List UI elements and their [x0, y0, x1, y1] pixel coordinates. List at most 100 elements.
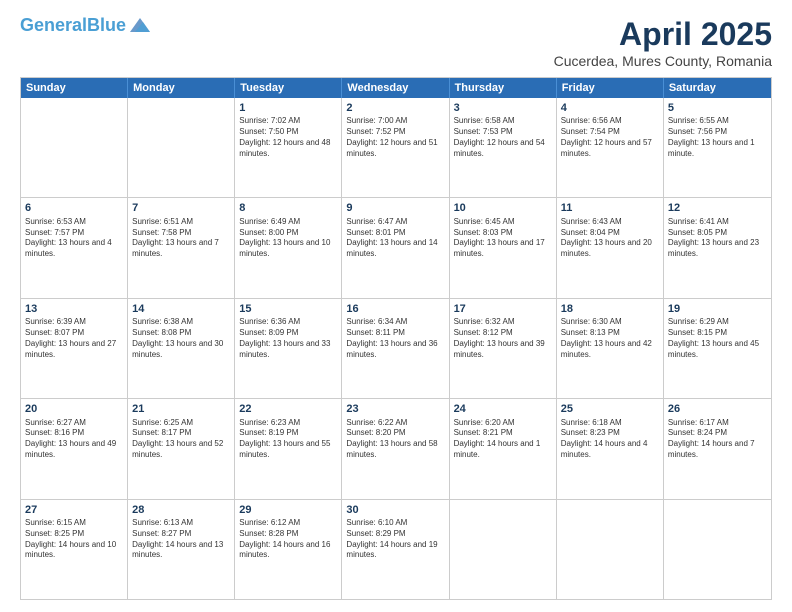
day-number: 19	[668, 302, 767, 316]
calendar-cell: 2Sunrise: 7:00 AM Sunset: 7:52 PM Daylig…	[342, 98, 449, 197]
calendar-cell: 26 Sunrise: 6:17 AM Sunset: 8:24 PM Dayli…	[664, 399, 771, 498]
logo-text: GeneralBlue	[20, 16, 126, 34]
day-number: 1	[239, 101, 337, 115]
calendar-cell: 29Sunrise: 6:12 AM Sunset: 8:28 PM Dayli…	[235, 500, 342, 599]
day-number: 20	[25, 402, 123, 416]
calendar-cell: 17Sunrise: 6:32 AM Sunset: 8:12 PM Dayli…	[450, 299, 557, 398]
day-info: Sunrise: 6:23 AM Sunset: 8:19 PM Dayligh…	[239, 418, 337, 461]
day-number: 23	[346, 402, 444, 416]
day-number: 30	[346, 503, 444, 517]
day-number: 28	[132, 503, 230, 517]
day-info: Sunrise: 6:15 AM Sunset: 8:25 PM Dayligh…	[25, 518, 123, 561]
calendar-cell	[450, 500, 557, 599]
day-info: Sunrise: 6:49 AM Sunset: 8:00 PM Dayligh…	[239, 217, 337, 260]
day-info: Sunrise: 6:58 AM Sunset: 7:53 PM Dayligh…	[454, 116, 552, 159]
day-number: 13	[25, 302, 123, 316]
calendar-cell: 22 Sunrise: 6:23 AM Sunset: 8:19 PM Dayli…	[235, 399, 342, 498]
day-info: Sunrise: 6:55 AM Sunset: 7:56 PM Dayligh…	[668, 116, 767, 159]
calendar-cell: 21Sunrise: 6:25 AM Sunset: 8:17 PM Dayli…	[128, 399, 235, 498]
day-number: 6	[25, 201, 123, 215]
calendar-cell: 23 Sunrise: 6:22 AM Sunset: 8:20 PM Dayli…	[342, 399, 449, 498]
calendar-cell: 18Sunrise: 6:30 AM Sunset: 8:13 PM Dayli…	[557, 299, 664, 398]
day-info: Sunrise: 6:36 AM Sunset: 8:09 PM Dayligh…	[239, 317, 337, 360]
day-info: Sunrise: 6:38 AM Sunset: 8:08 PM Dayligh…	[132, 317, 230, 360]
day-number: 27	[25, 503, 123, 517]
calendar-cell	[664, 500, 771, 599]
day-info: Sunrise: 6:10 AM Sunset: 8:29 PM Dayligh…	[346, 518, 444, 561]
day-number: 15	[239, 302, 337, 316]
calendar-header-sunday: Sunday	[21, 78, 128, 98]
calendar-body: 1Sunrise: 7:02 AM Sunset: 7:50 PM Daylig…	[21, 98, 771, 599]
calendar-cell: 24Sunrise: 6:20 AM Sunset: 8:21 PM Dayli…	[450, 399, 557, 498]
day-info: Sunrise: 6:43 AM Sunset: 8:04 PM Dayligh…	[561, 217, 659, 260]
calendar-cell: 4Sunrise: 6:56 AM Sunset: 7:54 PM Daylig…	[557, 98, 664, 197]
day-info: Sunrise: 6:30 AM Sunset: 8:13 PM Dayligh…	[561, 317, 659, 360]
day-info: Sunrise: 6:39 AM Sunset: 8:07 PM Dayligh…	[25, 317, 123, 360]
calendar-cell: 30Sunrise: 6:10 AM Sunset: 8:29 PM Dayli…	[342, 500, 449, 599]
day-info: Sunrise: 6:22 AM Sunset: 8:20 PM Dayligh…	[346, 418, 444, 461]
calendar-header: SundayMondayTuesdayWednesdayThursdayFrid…	[21, 78, 771, 98]
day-number: 29	[239, 503, 337, 517]
day-info: Sunrise: 6:18 AM Sunset: 8:23 PM Dayligh…	[561, 418, 659, 461]
calendar-cell: 28Sunrise: 6:13 AM Sunset: 8:27 PM Dayli…	[128, 500, 235, 599]
day-number: 2	[346, 101, 444, 115]
logo: GeneralBlue	[20, 16, 150, 34]
day-number: 5	[668, 101, 767, 115]
calendar-cell: 9 Sunrise: 6:47 AM Sunset: 8:01 PM Daylig…	[342, 198, 449, 297]
day-number: 11	[561, 201, 659, 215]
day-number: 12	[668, 201, 767, 215]
calendar-cell: 3Sunrise: 6:58 AM Sunset: 7:53 PM Daylig…	[450, 98, 557, 197]
calendar-cell: 25 Sunrise: 6:18 AM Sunset: 8:23 PM Dayli…	[557, 399, 664, 498]
day-number: 24	[454, 402, 552, 416]
day-number: 26	[668, 402, 767, 416]
day-number: 4	[561, 101, 659, 115]
calendar-cell: 16Sunrise: 6:34 AM Sunset: 8:11 PM Dayli…	[342, 299, 449, 398]
day-number: 3	[454, 101, 552, 115]
calendar-header-monday: Monday	[128, 78, 235, 98]
day-info: Sunrise: 7:00 AM Sunset: 7:52 PM Dayligh…	[346, 116, 444, 159]
day-number: 18	[561, 302, 659, 316]
day-info: Sunrise: 6:29 AM Sunset: 8:15 PM Dayligh…	[668, 317, 767, 360]
calendar-week-2: 13Sunrise: 6:39 AM Sunset: 8:07 PM Dayli…	[21, 298, 771, 398]
day-info: Sunrise: 6:25 AM Sunset: 8:17 PM Dayligh…	[132, 418, 230, 461]
day-info: Sunrise: 6:47 AM Sunset: 8:01 PM Dayligh…	[346, 217, 444, 260]
calendar-header-tuesday: Tuesday	[235, 78, 342, 98]
calendar-cell: 19Sunrise: 6:29 AM Sunset: 8:15 PM Dayli…	[664, 299, 771, 398]
calendar-cell: 1Sunrise: 7:02 AM Sunset: 7:50 PM Daylig…	[235, 98, 342, 197]
day-number: 10	[454, 201, 552, 215]
day-info: Sunrise: 6:17 AM Sunset: 8:24 PM Dayligh…	[668, 418, 767, 461]
page: GeneralBlue April 2025 Cucerdea, Mures C…	[0, 0, 792, 612]
calendar-cell	[128, 98, 235, 197]
day-number: 14	[132, 302, 230, 316]
calendar-cell: 20Sunrise: 6:27 AM Sunset: 8:16 PM Dayli…	[21, 399, 128, 498]
logo-icon	[130, 18, 150, 32]
calendar-header-thursday: Thursday	[450, 78, 557, 98]
day-info: Sunrise: 6:12 AM Sunset: 8:28 PM Dayligh…	[239, 518, 337, 561]
day-number: 22	[239, 402, 337, 416]
calendar-cell: 11 Sunrise: 6:43 AM Sunset: 8:04 PM Dayli…	[557, 198, 664, 297]
subtitle: Cucerdea, Mures County, Romania	[554, 53, 772, 69]
calendar-week-3: 20Sunrise: 6:27 AM Sunset: 8:16 PM Dayli…	[21, 398, 771, 498]
logo-general: General	[20, 15, 87, 35]
logo-blue: Blue	[87, 15, 126, 35]
calendar-cell: 13Sunrise: 6:39 AM Sunset: 8:07 PM Dayli…	[21, 299, 128, 398]
day-info: Sunrise: 6:41 AM Sunset: 8:05 PM Dayligh…	[668, 217, 767, 260]
day-number: 7	[132, 201, 230, 215]
calendar-cell: 5Sunrise: 6:55 AM Sunset: 7:56 PM Daylig…	[664, 98, 771, 197]
calendar-cell: 7Sunrise: 6:51 AM Sunset: 7:58 PM Daylig…	[128, 198, 235, 297]
calendar-cell: 10 Sunrise: 6:45 AM Sunset: 8:03 PM Dayli…	[450, 198, 557, 297]
calendar-header-wednesday: Wednesday	[342, 78, 449, 98]
day-number: 17	[454, 302, 552, 316]
day-info: Sunrise: 6:56 AM Sunset: 7:54 PM Dayligh…	[561, 116, 659, 159]
calendar-header-saturday: Saturday	[664, 78, 771, 98]
calendar-week-1: 6 Sunrise: 6:53 AM Sunset: 7:57 PM Daylig…	[21, 197, 771, 297]
day-info: Sunrise: 6:13 AM Sunset: 8:27 PM Dayligh…	[132, 518, 230, 561]
day-info: Sunrise: 6:45 AM Sunset: 8:03 PM Dayligh…	[454, 217, 552, 260]
calendar-header-friday: Friday	[557, 78, 664, 98]
day-info: Sunrise: 7:02 AM Sunset: 7:50 PM Dayligh…	[239, 116, 337, 159]
calendar-cell: 27Sunrise: 6:15 AM Sunset: 8:25 PM Dayli…	[21, 500, 128, 599]
calendar-cell: 15Sunrise: 6:36 AM Sunset: 8:09 PM Dayli…	[235, 299, 342, 398]
day-number: 9	[346, 201, 444, 215]
day-info: Sunrise: 6:53 AM Sunset: 7:57 PM Dayligh…	[25, 217, 123, 260]
day-number: 25	[561, 402, 659, 416]
